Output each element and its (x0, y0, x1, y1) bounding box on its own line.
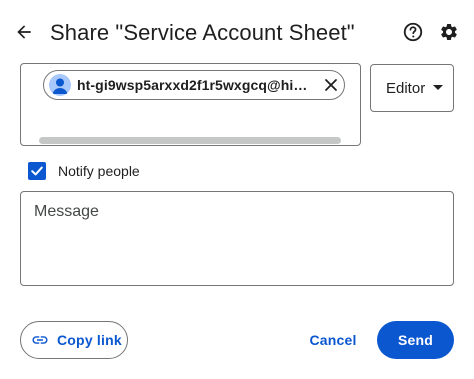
arrow-left-icon (17, 25, 31, 39)
remove-recipient-button[interactable] (321, 75, 341, 95)
role-selected-label: Editor (386, 79, 426, 97)
person-icon (52, 78, 68, 94)
recipients-field[interactable]: ht-gi9wsp5arxxd2f1r5wxgcq@hightouch-even… (20, 63, 361, 146)
help-circle-icon (403, 22, 423, 42)
recipient-chip[interactable]: ht-gi9wsp5arxxd2f1r5wxgcq@hightouch-even… (43, 70, 345, 100)
send-label: Send (397, 332, 434, 348)
caret-down-icon (433, 85, 443, 90)
link-icon (32, 336, 48, 344)
message-field[interactable]: Message (20, 191, 454, 286)
message-placeholder: Message (34, 203, 99, 220)
settings-button[interactable] (437, 20, 461, 44)
help-button[interactable] (401, 20, 425, 44)
cancel-label: Cancel (309, 332, 357, 348)
back-button[interactable] (12, 20, 36, 44)
notify-people-label: Notify people (58, 163, 140, 179)
check-icon (31, 166, 43, 176)
close-icon (325, 79, 337, 91)
avatar (49, 74, 71, 96)
copy-link-label: Copy link (57, 332, 122, 348)
notify-people-checkbox[interactable] (28, 162, 46, 180)
gear-icon (441, 24, 457, 40)
cancel-button[interactable]: Cancel (302, 321, 364, 359)
dialog-title: Share "Service Account Sheet" (50, 20, 355, 45)
recipient-email: ht-gi9wsp5arxxd2f1r5wxgcq@hightouch-even… (77, 77, 313, 93)
role-dropdown[interactable]: Editor (370, 64, 454, 112)
horizontal-scrollbar[interactable] (39, 137, 341, 144)
send-button[interactable]: Send (377, 321, 454, 359)
copy-link-button[interactable]: Copy link (20, 321, 128, 359)
